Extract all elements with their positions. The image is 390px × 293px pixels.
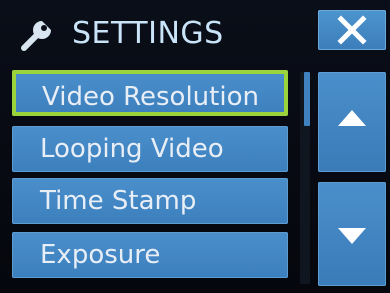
wrench-icon [18, 18, 58, 54]
arrow-down-icon [338, 228, 366, 244]
scroll-down-button[interactable] [318, 182, 386, 286]
menu-item-label: Exposure [40, 240, 161, 270]
menu-item-label: Time Stamp [40, 186, 197, 216]
menu-item-time-stamp[interactable]: Time Stamp [12, 178, 288, 224]
scroll-up-button[interactable] [318, 72, 386, 172]
menu-item-label: Video Resolution [42, 82, 259, 112]
menu-item-looping-video[interactable]: Looping Video [12, 126, 288, 172]
settings-screen: SETTINGS Video Resolution Looping Video … [0, 0, 390, 293]
close-icon [337, 15, 367, 45]
menu-item-label: Looping Video [40, 134, 224, 164]
scrollbar-thumb[interactable] [304, 72, 310, 126]
settings-menu-list: Video Resolution Looping Video Time Stam… [8, 70, 290, 286]
arrow-up-icon [338, 110, 366, 126]
menu-item-video-resolution[interactable]: Video Resolution [12, 70, 288, 116]
menu-item-exposure[interactable]: Exposure [12, 232, 288, 278]
header-bar: SETTINGS [0, 0, 390, 64]
page-title: SETTINGS [72, 16, 224, 51]
close-button[interactable] [318, 10, 386, 50]
